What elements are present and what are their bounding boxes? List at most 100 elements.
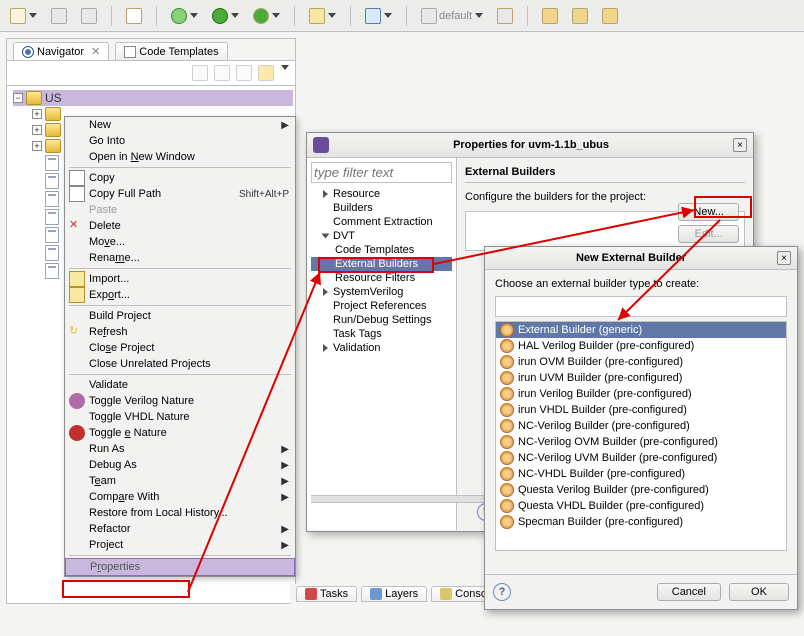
builder-type-item[interactable]: NC-VHDL Builder (pre-configured) <box>496 466 786 482</box>
builder-type-item[interactable]: irun UVM Builder (pre-configured) <box>496 370 786 386</box>
cm-copy-full-path[interactable]: Copy Full PathShift+Alt+P <box>65 186 295 202</box>
close-icon[interactable]: ✕ <box>91 45 100 58</box>
help-icon[interactable]: ? <box>493 583 511 601</box>
tb-wand[interactable] <box>307 6 338 26</box>
cm-project[interactable]: Project▶ <box>65 537 295 553</box>
builder-filter-input[interactable] <box>495 296 787 317</box>
cm-import[interactable]: Import... <box>65 271 295 287</box>
tab-tasks[interactable]: Tasks <box>296 586 357 602</box>
tb-binary[interactable] <box>124 6 144 26</box>
cm-validate[interactable]: Validate <box>65 377 295 393</box>
dialog-desc: Choose an external builder type to creat… <box>495 278 787 290</box>
properties-tree[interactable]: Resource Builders Comment Extraction DVT… <box>311 183 452 355</box>
tb-proj2[interactable] <box>570 6 590 26</box>
file-icon <box>45 191 59 207</box>
delete-icon: ✕ <box>69 218 85 234</box>
builder-type-item[interactable]: External Builder (generic) <box>496 322 786 338</box>
navigator-icon <box>22 46 34 58</box>
tb-config[interactable]: default <box>419 6 485 26</box>
builder-type-item[interactable]: Specman Builder (pre-configured) <box>496 514 786 530</box>
tb-save-all[interactable] <box>79 6 99 26</box>
gear-icon <box>500 387 514 401</box>
builder-type-item[interactable]: Questa Verilog Builder (pre-configured) <box>496 482 786 498</box>
cm-refactor[interactable]: Refactor▶ <box>65 521 295 537</box>
cm-compare[interactable]: Compare With▶ <box>65 489 295 505</box>
cm-close-unrelated[interactable]: Close Unrelated Projects <box>65 356 295 372</box>
close-icon[interactable]: × <box>733 138 747 152</box>
new-button[interactable]: New... <box>678 203 739 221</box>
file-icon <box>45 245 59 261</box>
tb-cfg2[interactable] <box>495 6 515 26</box>
cm-close-project[interactable]: Close Project <box>65 340 295 356</box>
view-menu-icon[interactable] <box>281 65 289 71</box>
cm-toggle-verilog[interactable]: Toggle Verilog Nature <box>65 393 295 409</box>
tree-root[interactable]: − US <box>13 90 293 106</box>
cm-new[interactable]: New▶ <box>65 117 295 133</box>
builder-type-label: irun Verilog Builder (pre-configured) <box>518 388 692 400</box>
close-icon[interactable]: × <box>777 251 791 265</box>
builder-type-label: NC-Verilog OVM Builder (pre-configured) <box>518 436 718 448</box>
console-icon <box>440 588 452 600</box>
cm-go-into[interactable]: Go Into <box>65 133 295 149</box>
cm-rename[interactable]: Rename... <box>65 250 295 266</box>
cm-build-project[interactable]: Build Project <box>65 308 295 324</box>
builder-type-item[interactable]: HAL Verilog Builder (pre-configured) <box>496 338 786 354</box>
view-toolbar <box>7 61 295 86</box>
builder-type-item[interactable]: NC-Verilog OVM Builder (pre-configured) <box>496 434 786 450</box>
cm-export[interactable]: Export... <box>65 287 295 303</box>
builder-type-item[interactable]: irun Verilog Builder (pre-configured) <box>496 386 786 402</box>
builder-type-label: NC-Verilog Builder (pre-configured) <box>518 420 690 432</box>
cm-team[interactable]: Team▶ <box>65 473 295 489</box>
cm-refresh[interactable]: ↻Refresh <box>65 324 295 340</box>
cm-paste: Paste <box>65 202 295 218</box>
cm-properties[interactable]: Properties <box>65 558 295 576</box>
tb-new[interactable] <box>8 6 39 26</box>
cm-toggle-e[interactable]: Toggle e Nature <box>65 425 295 441</box>
builder-type-list[interactable]: External Builder (generic) HAL Verilog Bu… <box>495 321 787 551</box>
gear-icon <box>500 371 514 385</box>
cm-toggle-vhdl[interactable]: Toggle VHDL Nature <box>65 409 295 425</box>
tb-proj1[interactable] <box>540 6 560 26</box>
cm-delete[interactable]: ✕Delete <box>65 218 295 234</box>
builder-type-label: NC-VHDL Builder (pre-configured) <box>518 468 685 480</box>
cancel-button[interactable]: Cancel <box>657 583 721 601</box>
builder-type-item[interactable]: NC-Verilog UVM Builder (pre-configured) <box>496 450 786 466</box>
verilog-icon <box>69 393 85 409</box>
tb-ext-tools[interactable] <box>251 6 282 26</box>
cm-move[interactable]: Move... <box>65 234 295 250</box>
link-icon[interactable] <box>258 65 274 81</box>
copy-icon <box>69 170 85 186</box>
ok-button[interactable]: OK <box>729 583 789 601</box>
builder-type-item[interactable]: Questa VHDL Builder (pre-configured) <box>496 498 786 514</box>
tree-external-builders[interactable]: External Builders <box>311 257 452 271</box>
back-icon[interactable] <box>192 65 208 81</box>
cm-restore[interactable]: Restore from Local History... <box>65 505 295 521</box>
tb-debug[interactable] <box>169 6 200 26</box>
tb-proj3[interactable] <box>600 6 620 26</box>
tab-navigator[interactable]: Navigator ✕ <box>13 42 109 60</box>
tb-run[interactable] <box>210 6 241 26</box>
gear-icon <box>500 323 514 337</box>
builder-type-item[interactable]: irun OVM Builder (pre-configured) <box>496 354 786 370</box>
tb-search[interactable] <box>363 6 394 26</box>
tab-code-templates[interactable]: Code Templates <box>115 42 227 60</box>
builder-type-item[interactable]: NC-Verilog Builder (pre-configured) <box>496 418 786 434</box>
cm-open-new-window[interactable]: Open in New Window <box>65 149 295 165</box>
builder-type-label: irun OVM Builder (pre-configured) <box>518 356 683 368</box>
fwd-icon[interactable] <box>214 65 230 81</box>
main-toolbar: default <box>0 0 804 32</box>
tab-layers[interactable]: Layers <box>361 586 427 602</box>
builder-type-item[interactable]: irun VHDL Builder (pre-configured) <box>496 402 786 418</box>
builder-type-label: External Builder (generic) <box>518 324 642 336</box>
e-icon <box>69 425 85 441</box>
template-icon <box>124 46 136 58</box>
cm-run-as[interactable]: Run As▶ <box>65 441 295 457</box>
cm-copy[interactable]: Copy <box>65 170 295 186</box>
gear-icon <box>500 403 514 417</box>
collapse-icon[interactable] <box>236 65 252 81</box>
bottom-tabstrip: Tasks Layers Console <box>290 584 511 604</box>
properties-tree-panel: Resource Builders Comment Extraction DVT… <box>307 158 457 530</box>
filter-input[interactable] <box>311 162 452 183</box>
tb-save[interactable] <box>49 6 69 26</box>
cm-debug-as[interactable]: Debug As▶ <box>65 457 295 473</box>
